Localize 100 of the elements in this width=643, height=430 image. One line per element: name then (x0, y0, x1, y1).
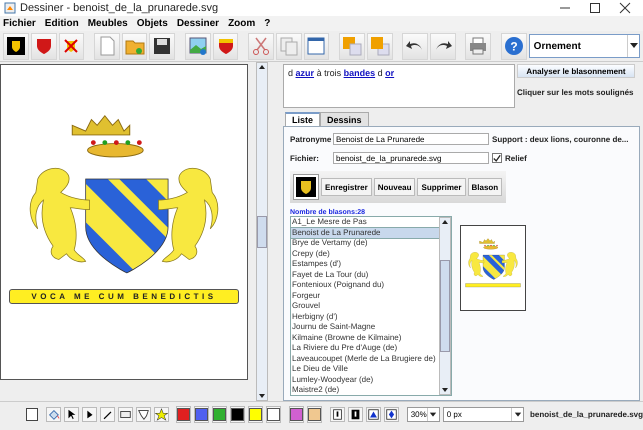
shape-icon (136, 408, 150, 421)
layers-icon (340, 35, 363, 57)
list-item[interactable]: Grouvel (291, 301, 439, 312)
list-item[interactable]: Fontenioux (Poignand du) (291, 280, 439, 290)
copy-icon (278, 35, 300, 57)
blazon-link[interactable]: or (385, 68, 394, 78)
menu-item[interactable]: Zoom (228, 18, 256, 29)
rectangle-icon (118, 408, 132, 421)
field-label: Patronyme (290, 134, 330, 144)
menu-item[interactable]: Edition (44, 18, 79, 29)
tool-button[interactable] (348, 407, 363, 422)
scrollbar[interactable] (256, 62, 268, 401)
list-item[interactable]: Forgeur (291, 290, 439, 301)
list-item[interactable]: Lumley-Woodyear (de) (291, 374, 439, 385)
app-icon (4, 2, 16, 14)
action-button[interactable]: Nouveau (374, 178, 416, 196)
list-item[interactable]: Benoist de La Prunarede (291, 228, 439, 238)
blazon-link[interactable]: bandes (344, 68, 376, 78)
action-button[interactable]: Supprimer (417, 178, 466, 196)
check-icon (493, 154, 501, 162)
window-icon (305, 35, 328, 57)
tab[interactable]: Liste (285, 112, 320, 126)
toolbar-button[interactable] (430, 32, 456, 60)
action-button[interactable]: Enregistrer (321, 178, 372, 196)
list-item[interactable]: La Riviere du Pre d'Auge (de) (291, 343, 439, 354)
toolbar-button[interactable] (3, 32, 29, 60)
scroll-up-icon (441, 218, 449, 226)
tab[interactable]: Dessins (320, 112, 369, 126)
scroll-down-icon (441, 386, 449, 394)
crest-icon (4, 35, 27, 57)
list-item[interactable]: Fayet de La Tour (du) (291, 270, 439, 280)
motto-banner: VOCA ME CUM BENEDICTIS (9, 289, 239, 304)
caret-icon (514, 410, 522, 418)
tool-button[interactable] (330, 407, 345, 422)
scrollbar[interactable] (439, 217, 451, 395)
checkbox-label: Relief (505, 154, 527, 162)
tool-button[interactable] (64, 407, 79, 422)
align-icon (330, 408, 344, 421)
color-swatch[interactable] (308, 408, 322, 421)
menu-item[interactable]: Fichier (3, 18, 36, 29)
name-field[interactable]: Benoist de La Prunarede (333, 133, 489, 145)
blazon-word: à trois (316, 68, 342, 78)
list-item[interactable]: A1_Le Mesre de Pas (291, 217, 439, 228)
hint-text: Cliquer sur les mots soulignés (517, 88, 634, 97)
crest-icon (295, 176, 317, 198)
list-item[interactable]: Estampes (d') (291, 259, 439, 270)
tool-button[interactable] (136, 407, 151, 422)
color-swatch[interactable] (267, 408, 280, 421)
list-item[interactable]: Maistre2 (de) (291, 385, 439, 396)
field-label: Fichier: (290, 154, 320, 162)
scroll-thumb[interactable] (440, 260, 450, 352)
toolbar-button[interactable] (402, 32, 428, 60)
maximize-icon (589, 2, 601, 14)
color-swatch[interactable] (249, 408, 262, 421)
scroll-up-icon (258, 63, 266, 71)
crest-button[interactable] (293, 174, 319, 200)
layers-icon (368, 35, 391, 57)
action-button[interactable]: Blason (468, 178, 502, 196)
scroll-thumb[interactable] (257, 216, 267, 248)
blazon-word: d (378, 68, 383, 78)
list-item[interactable]: Journu de Saint-Magne (291, 322, 439, 332)
list-item[interactable]: Laveaucoupet (Merle de La Brugiere de) (291, 354, 439, 364)
menu-item[interactable]: Objets (136, 18, 168, 29)
color-swatch[interactable] (231, 408, 244, 421)
color-swatch[interactable] (177, 408, 190, 421)
tool-button[interactable] (154, 407, 169, 422)
tool-button[interactable] (384, 407, 399, 422)
color-swatch[interactable] (213, 408, 226, 421)
menu-item[interactable]: Dessiner (176, 18, 220, 29)
toolbar-button[interactable] (184, 32, 211, 60)
scroll-down-icon (258, 392, 266, 400)
tool-button[interactable] (82, 407, 97, 422)
file-name: benoist_de_la_prunarede.svg (530, 410, 643, 419)
tool-button[interactable] (118, 407, 133, 422)
list-item[interactable]: Brye de Vertamy (de) (291, 238, 439, 248)
relief-checkbox[interactable] (492, 153, 502, 163)
toolbar-button[interactable] (149, 32, 176, 60)
blazon-link[interactable]: azur (296, 68, 314, 78)
fill-icon (46, 408, 60, 421)
menu-item[interactable]: ? (264, 18, 270, 29)
color-swatch[interactable] (290, 408, 304, 421)
list-item[interactable]: Kilmaine (Browne de Kilmaine) (291, 332, 439, 343)
ornament-dropdown[interactable]: Ornement (528, 34, 640, 58)
align-icon (348, 408, 362, 421)
color-preview[interactable] (26, 408, 38, 421)
tool-button[interactable] (366, 407, 381, 422)
menu-item[interactable]: Meubles (88, 18, 128, 29)
close-icon (619, 2, 631, 14)
tool-button[interactable] (100, 407, 115, 422)
list-item[interactable]: Crepy (de) (291, 248, 439, 259)
list-item[interactable]: Le Dieu de Ville (291, 364, 439, 374)
window-title: Dessiner - benoist_de_la_prunarede.svg (20, 2, 220, 14)
color-swatch[interactable] (195, 408, 208, 421)
blazon-text[interactable]: d azur à trois bandes d or (283, 64, 515, 108)
stroke-dropdown[interactable]: 0 px (442, 407, 524, 422)
list-item[interactable]: Herbigny (d') (291, 312, 439, 322)
file-field[interactable]: benoist_de_la_prunarede.svg (333, 152, 489, 164)
analyze-button[interactable]: Analyser le blasonnement (517, 64, 635, 78)
zoom-dropdown[interactable]: 30% (406, 407, 440, 422)
support-text: Support : deux lions, couronne de... (492, 134, 628, 144)
